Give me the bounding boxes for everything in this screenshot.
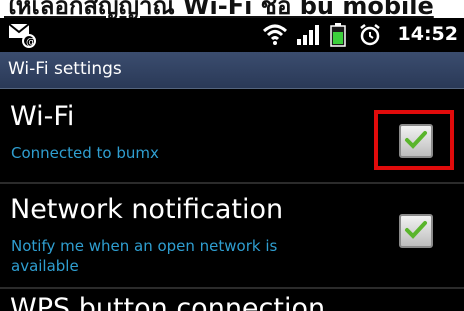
alarm-icon (358, 23, 382, 51)
caption-text: ให้เลือกสัญญาณ Wi-Fi ชื่อ bu mobile (4, 0, 434, 18)
cell-signal-icon (296, 23, 320, 51)
battery-icon (330, 23, 346, 51)
page-title: Wi-Fi settings (8, 59, 122, 79)
setting-subtitle-line-2: available (11, 257, 79, 275)
setting-title: WPS button connection (10, 293, 326, 311)
wifi-signal-icon (262, 23, 288, 51)
svg-text:@: @ (26, 37, 36, 48)
notification-icon: @ (8, 22, 36, 52)
status-time: 14:52 (397, 23, 458, 45)
setting-row-wps[interactable]: WPS button connection (0, 289, 464, 311)
highlight-box (374, 110, 454, 170)
setting-subtitle-line-1: Notify me when an open network is (11, 237, 278, 255)
network-notification-checkbox[interactable] (399, 214, 433, 248)
caption-strip: ให้เลือกสัญญาณ Wi-Fi ชื่อ bu mobile (0, 0, 464, 18)
status-bar: @ 14:52 (0, 18, 464, 52)
title-bar: Wi-Fi settings (0, 52, 464, 89)
setting-subtitle: Connected to bumx (11, 144, 159, 162)
setting-title: Network notification (10, 194, 284, 225)
setting-title: Wi-Fi (10, 101, 75, 132)
setting-row-network-notification[interactable]: Network notification Notify me when an o… (0, 184, 464, 286)
checkmark-icon (405, 221, 427, 239)
